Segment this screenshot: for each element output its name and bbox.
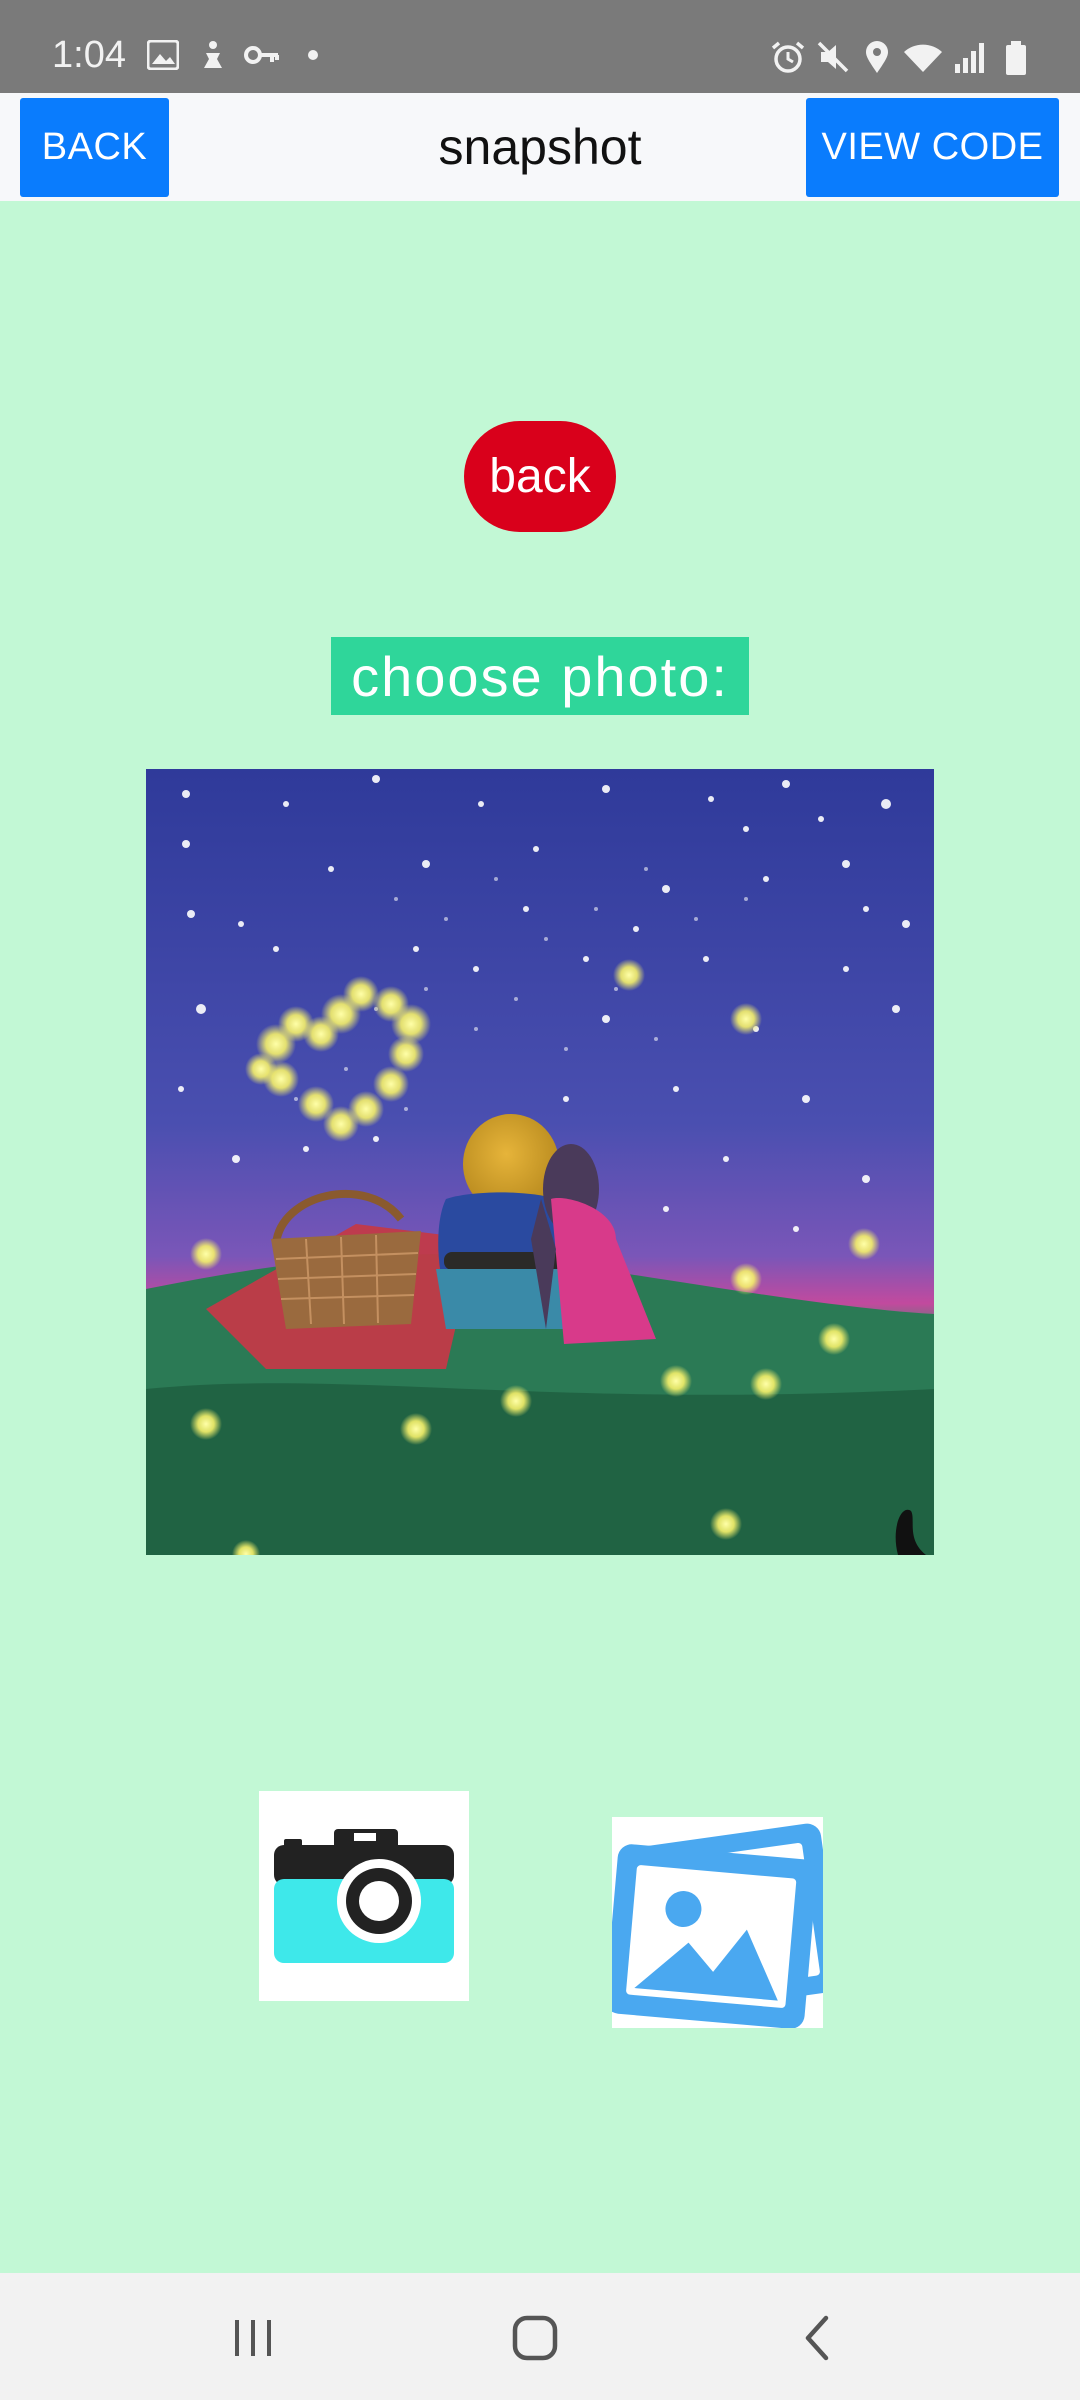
recents-button[interactable]	[213, 2303, 293, 2373]
home-button[interactable]	[495, 2303, 575, 2373]
location-icon	[866, 41, 888, 73]
image-icon	[147, 40, 179, 70]
accessibility-icon	[204, 41, 222, 68]
gallery-icon	[612, 1823, 823, 2028]
dot-icon	[308, 50, 318, 60]
selected-photo[interactable]	[146, 769, 934, 1555]
alarm-icon	[771, 41, 805, 73]
choose-photo-label: choose photo:	[331, 637, 749, 715]
nav-back-button[interactable]	[777, 2303, 857, 2373]
gallery-button[interactable]	[612, 1817, 823, 2028]
view-code-button[interactable]: VIEW CODE	[806, 98, 1059, 197]
wifi-icon	[904, 44, 942, 72]
app-bar: snapshot BACK VIEW CODE	[0, 93, 1080, 201]
recents-icon	[235, 2320, 271, 2356]
back-button[interactable]: back	[464, 421, 616, 532]
status-time: 1:04	[52, 34, 126, 76]
mute-icon	[817, 41, 849, 73]
key-icon	[244, 46, 279, 64]
camera-icon	[274, 1829, 454, 1963]
system-nav-bar	[0, 2273, 1080, 2400]
status-bar: 1:04	[0, 0, 1080, 93]
signal-icon	[955, 43, 984, 73]
battery-icon	[1006, 41, 1026, 75]
top-back-button[interactable]: BACK	[20, 98, 169, 197]
home-icon	[512, 2315, 558, 2361]
photo-illustration	[146, 769, 934, 1555]
back-icon	[805, 2315, 829, 2361]
camera-button[interactable]	[259, 1791, 469, 2001]
